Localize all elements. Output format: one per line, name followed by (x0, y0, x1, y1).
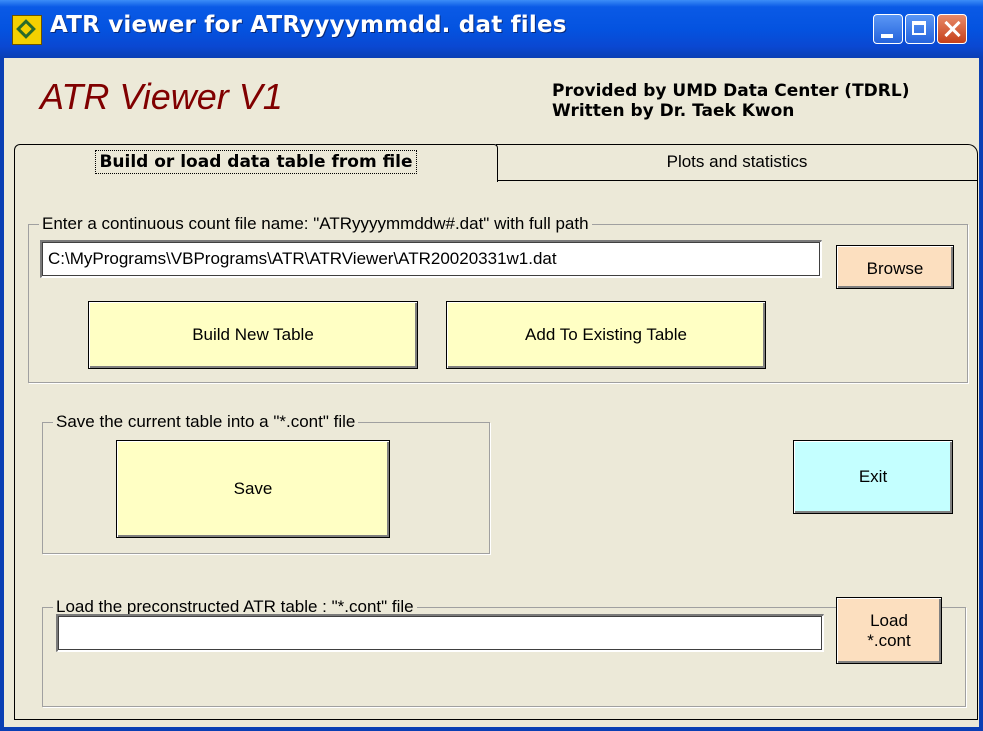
title-bar[interactable]: ATR viewer for ATRyyyymmdd. dat files (0, 0, 983, 58)
written-by-text: Written by Dr. Taek Kwon (552, 101, 795, 121)
save-button[interactable]: Save (116, 440, 390, 538)
tab-build-load-label: Build or load data table from file (95, 150, 417, 174)
tab-plots-statistics[interactable]: Plots and statistics (496, 144, 978, 180)
exit-button[interactable]: Exit (793, 440, 953, 514)
load-cont-button[interactable]: Load *.cont (836, 597, 942, 664)
tab-plots-statistics-label: Plots and statistics (666, 152, 808, 171)
provided-by-text: Provided by UMD Data Center (TDRL) (552, 81, 910, 101)
app-title: ATR Viewer V1 (40, 76, 283, 117)
maximize-button[interactable] (905, 14, 935, 44)
build-group-legend: Enter a continuous count file name: "ATR… (42, 214, 589, 233)
window-title: ATR viewer for ATRyyyymmdd. dat files (50, 12, 567, 38)
close-button[interactable] (937, 14, 967, 44)
data-file-path-input[interactable]: C:\MyPrograms\VBPrograms\ATR\ATRViewer\A… (40, 240, 822, 278)
save-group-legend: Save the current table into a "*.cont" f… (56, 412, 356, 431)
add-to-existing-table-button[interactable]: Add To Existing Table (446, 301, 766, 369)
tab-build-load[interactable]: Build or load data table from file (14, 144, 498, 182)
browse-button[interactable]: Browse (836, 245, 954, 289)
cont-file-path-input[interactable] (56, 614, 824, 652)
minimize-button[interactable] (873, 14, 903, 44)
build-new-table-button[interactable]: Build New Table (88, 301, 418, 369)
app-icon[interactable] (12, 15, 42, 45)
load-cont-label-line1: Load (870, 610, 908, 630)
load-cont-label-line2: *.cont (867, 630, 911, 650)
